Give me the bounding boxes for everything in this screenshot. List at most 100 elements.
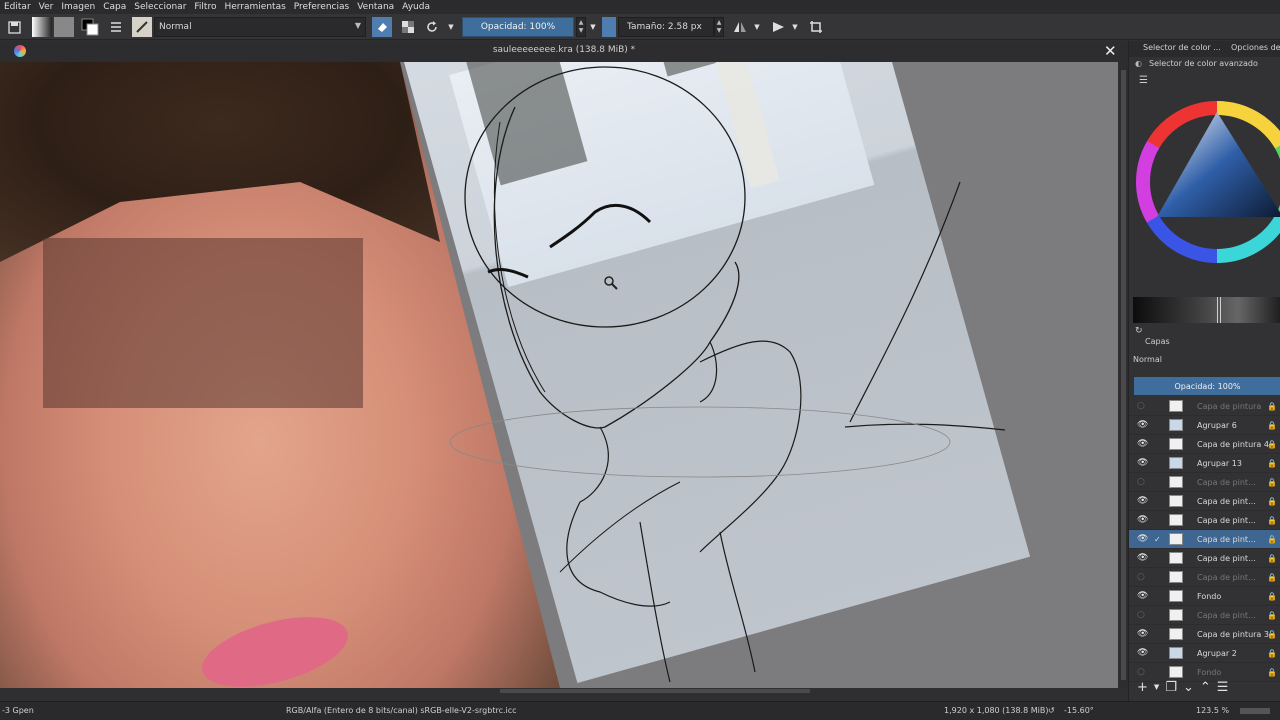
lock-icon[interactable]: 🔒 [1267, 459, 1277, 468]
brush-presets-icon[interactable] [106, 17, 126, 37]
visibility-eye-icon[interactable]: 👁 [1137, 496, 1148, 506]
layer-row[interactable]: 👁 Agrupar 2 🔒 [1129, 644, 1280, 663]
menu-list-icon[interactable]: ☰ [1139, 75, 1148, 86]
eraser-icon[interactable] [372, 17, 392, 37]
value-cursor[interactable] [1217, 297, 1221, 323]
layer-row[interactable]: 👁 Agrupar 13 🔒 [1129, 454, 1280, 473]
layer-row[interactable]: ○ Capa de pintura 🔒 [1129, 397, 1280, 416]
lock-icon[interactable]: 🔒 [1267, 611, 1277, 620]
wrap-dropdown-icon[interactable]: ▼ [790, 17, 800, 37]
document-title[interactable]: sauleeeeeeee.kra (138.8 MiB) * [0, 45, 1128, 55]
layer-row[interactable]: 👁 Agrupar 6 🔒 [1129, 416, 1280, 435]
visibility-eye-icon[interactable]: ○ [1137, 401, 1145, 411]
lock-icon[interactable]: 🔒 [1267, 630, 1277, 639]
layer-row[interactable]: 👁 Capa de pintura 3 🔒 [1129, 625, 1280, 644]
color-swap-icon[interactable] [80, 17, 100, 37]
lock-icon[interactable]: 🔒 [1267, 573, 1277, 582]
brush-preview-icon[interactable] [132, 17, 152, 37]
layer-blend-mode[interactable]: Normal [1133, 355, 1162, 364]
close-icon[interactable]: ✕ [1104, 42, 1117, 60]
layer-row[interactable]: 👁 Fondo 🔒 [1129, 587, 1280, 606]
lock-icon[interactable]: 🔒 [1267, 516, 1277, 525]
visibility-eye-icon[interactable]: 👁 [1137, 420, 1148, 430]
tab-color-selector[interactable]: Selector de color ... [1143, 43, 1221, 52]
save-icon[interactable] [4, 17, 24, 37]
tab-tool-options[interactable]: Opciones de [1231, 43, 1280, 52]
crop-icon[interactable] [806, 17, 826, 37]
refresh-icon[interactable]: ↻ [1135, 326, 1143, 336]
layer-row[interactable]: ○ Capa de pint... 🔒 [1129, 473, 1280, 492]
add-layer-icon[interactable]: + [1137, 680, 1148, 695]
add-layer-dropdown-icon[interactable]: ▼ [1154, 683, 1159, 691]
blend-mode-select[interactable]: Normal ▼ [154, 17, 366, 37]
brush-size-slider[interactable]: Tamaño: 2.58 px [618, 17, 714, 37]
visibility-eye-icon[interactable]: 👁 [1137, 534, 1148, 544]
layer-row[interactable]: 👁 ✓ Capa de pint... 🔒 [1129, 530, 1280, 549]
pattern-icon[interactable] [54, 17, 74, 37]
opacity-spinner[interactable]: ▲ ▼ [576, 17, 586, 37]
move-down-icon[interactable]: ⌄ [1183, 680, 1194, 695]
menu-ventana[interactable]: Ventana [353, 2, 398, 12]
lock-icon[interactable]: 🔒 [1267, 554, 1277, 563]
mirror-dropdown-icon[interactable]: ▼ [752, 17, 762, 37]
visibility-eye-icon[interactable]: 👁 [1137, 629, 1148, 639]
gradient-icon[interactable] [32, 17, 52, 37]
opacity-slider[interactable]: Opacidad: 100% [462, 17, 574, 37]
menu-capa[interactable]: Capa [99, 2, 130, 12]
move-up-icon[interactable]: ⌃ [1200, 680, 1211, 695]
layer-row[interactable]: 👁 Capa de pint... 🔒 [1129, 492, 1280, 511]
menu-ayuda[interactable]: Ayuda [398, 2, 434, 12]
size-spinner[interactable]: ▲ ▼ [714, 17, 724, 37]
lock-icon[interactable]: 🔒 [1267, 535, 1277, 544]
horizontal-scrollbar[interactable] [500, 689, 810, 693]
visibility-eye-icon[interactable]: ○ [1137, 667, 1145, 677]
visibility-eye-icon[interactable]: 👁 [1137, 515, 1148, 525]
lock-icon[interactable]: 🔒 [1267, 649, 1277, 658]
visibility-eye-icon[interactable]: ○ [1137, 610, 1145, 620]
layer-row[interactable]: 👁 Capa de pint... 🔒 [1129, 511, 1280, 530]
layer-properties-icon[interactable]: ☰ [1217, 680, 1229, 695]
vertical-scrollbar[interactable] [1119, 62, 1128, 688]
canvas-rotation[interactable]: -15.60° [1064, 706, 1094, 715]
wrap-icon[interactable] [768, 17, 788, 37]
visibility-eye-icon[interactable]: 👁 [1137, 591, 1148, 601]
reload-dropdown-icon[interactable]: ▼ [446, 17, 456, 37]
menu-preferencias[interactable]: Preferencias [290, 2, 353, 12]
lock-icon[interactable]: 🔒 [1267, 421, 1277, 430]
scrollbar-thumb[interactable] [1121, 70, 1126, 680]
reload-icon[interactable] [422, 17, 442, 37]
lock-icon[interactable]: 🔒 [1267, 668, 1277, 677]
opacity-dropdown-icon[interactable]: ▼ [588, 17, 598, 37]
lock-icon[interactable]: 🔒 [1267, 497, 1277, 506]
menu-seleccionar[interactable]: Seleccionar [130, 2, 190, 12]
mirror-icon[interactable] [730, 17, 750, 37]
color-wheel[interactable] [1133, 97, 1280, 267]
visibility-eye-icon[interactable]: ○ [1137, 572, 1145, 582]
flow-indicator[interactable] [602, 17, 616, 37]
settings-icon[interactable]: ◐ [1135, 59, 1142, 68]
zoom-level[interactable]: 123.5 % [1196, 706, 1229, 715]
lock-icon[interactable]: 🔒 [1267, 402, 1277, 411]
canvas-area[interactable] [0, 62, 1118, 688]
layer-row[interactable]: 👁 Capa de pintura 4 🔒 [1129, 435, 1280, 454]
zoom-slider[interactable] [1240, 708, 1270, 714]
menu-filtro[interactable]: Filtro [190, 2, 220, 12]
layer-opacity-slider[interactable]: Opacidad: 100% [1134, 377, 1280, 395]
lock-icon[interactable]: 🔒 [1267, 478, 1277, 487]
layer-row[interactable]: ○ Capa de pint... 🔒 [1129, 568, 1280, 587]
menu-herramientas[interactable]: Herramientas [220, 2, 289, 12]
visibility-eye-icon[interactable]: 👁 [1137, 439, 1148, 449]
lock-icon[interactable]: 🔒 [1267, 592, 1277, 601]
menu-imagen[interactable]: Imagen [57, 2, 99, 12]
color-history-strip[interactable] [1133, 297, 1280, 323]
menu-editar[interactable]: Editar [0, 2, 35, 12]
duplicate-layer-icon[interactable]: ❐ [1165, 680, 1177, 695]
layer-row[interactable]: ○ Capa de pint... 🔒 [1129, 606, 1280, 625]
menu-ver[interactable]: Ver [35, 2, 58, 12]
visibility-eye-icon[interactable]: 👁 [1137, 553, 1148, 563]
lock-icon[interactable]: 🔒 [1267, 440, 1277, 449]
layer-row[interactable]: 👁 Capa de pint... 🔒 [1129, 549, 1280, 568]
visibility-eye-icon[interactable]: ○ [1137, 477, 1145, 487]
visibility-eye-icon[interactable]: 👁 [1137, 648, 1148, 658]
alpha-lock-icon[interactable] [398, 17, 418, 37]
